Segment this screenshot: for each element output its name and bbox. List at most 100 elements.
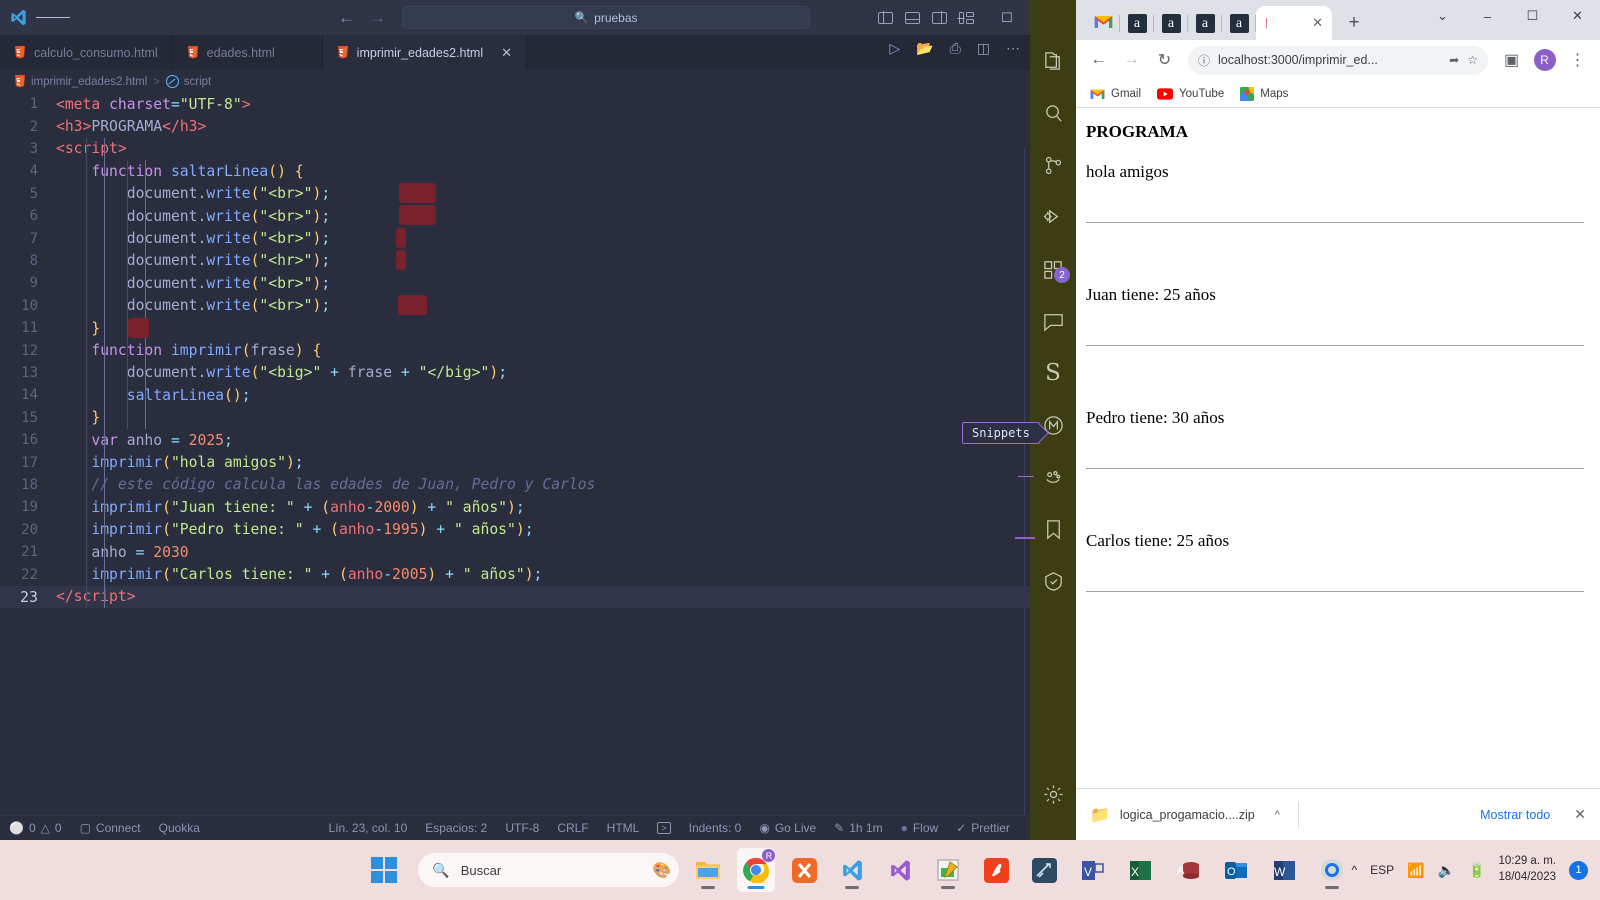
taskbar-app-vscode[interactable] bbox=[833, 848, 871, 892]
code-line-12[interactable]: 12 function imprimir(frase) { bbox=[0, 339, 1076, 361]
activity-bar-chat[interactable] bbox=[1030, 298, 1076, 345]
chrome-maximize-button[interactable]: ☐ bbox=[1510, 0, 1555, 32]
bookmark-star-icon[interactable]: ☆ bbox=[1467, 53, 1478, 67]
share-icon[interactable]: ➦ bbox=[1449, 53, 1459, 67]
status-indents[interactable]: Indents: 0 bbox=[680, 816, 751, 841]
code-line-22[interactable]: 22 imprimir("Carlos tiene: " + (anho-200… bbox=[0, 563, 1076, 585]
status-quokka[interactable]: Quokka bbox=[150, 816, 209, 841]
code-line-20[interactable]: 20 imprimir("Pedro tiene: " + (anho-1995… bbox=[0, 519, 1076, 541]
split-editor-icon[interactable]: ◫ bbox=[977, 40, 990, 57]
taskbar-app-google-chrome[interactable]: R bbox=[737, 848, 776, 892]
forward-arrow-icon[interactable]: → bbox=[369, 8, 386, 28]
activity-bar-bookmarks[interactable] bbox=[1030, 506, 1076, 553]
side-panel-icon[interactable]: ▣ bbox=[1497, 46, 1526, 75]
command-search-input[interactable]: 🔍 pruebas bbox=[402, 6, 810, 29]
status-connect[interactable]: ▢ Connect bbox=[71, 816, 150, 841]
status-go-live[interactable]: ◉ Go Live bbox=[750, 816, 825, 841]
code-line-15[interactable]: 15 } bbox=[0, 407, 1076, 429]
activity-bar-run-and-debug[interactable] bbox=[1030, 194, 1076, 241]
show-all-downloads-button[interactable]: Mostrar todo bbox=[1466, 800, 1564, 830]
chrome-tab-amazon-4[interactable]: a bbox=[1222, 7, 1256, 40]
activity-bar-bugs[interactable] bbox=[1030, 454, 1076, 501]
tab-close-icon[interactable]: ✕ bbox=[1312, 15, 1323, 31]
browser-reload-icon[interactable]: ↻ bbox=[1150, 46, 1179, 75]
code-line-11[interactable]: 11 } bbox=[0, 317, 1076, 339]
bookmark-gmail[interactable]: Gmail bbox=[1090, 88, 1141, 100]
taskbar-app-outlook[interactable]: O bbox=[1217, 848, 1255, 892]
tab-search-chevron-icon[interactable]: ⌄ bbox=[1420, 0, 1465, 32]
activity-bar-snippets[interactable]: S bbox=[1030, 350, 1076, 397]
taskbar-app-word[interactable]: W bbox=[1265, 848, 1303, 892]
code-line-3[interactable]: 3 <script> bbox=[0, 138, 1076, 160]
status-flow[interactable]: ● Flow bbox=[892, 816, 948, 841]
print-icon[interactable]: ⎙ bbox=[950, 40, 961, 57]
editor-tab-2[interactable]: imprimir_edades2.html ✕ bbox=[322, 35, 528, 70]
bookmark-maps[interactable]: Maps bbox=[1240, 86, 1288, 101]
code-line-14[interactable]: 14 saltarLinea(); bbox=[0, 384, 1076, 406]
taskbar-app-excel[interactable]: X bbox=[1121, 848, 1159, 892]
activity-bar-search[interactable] bbox=[1030, 90, 1076, 137]
code-line-19[interactable]: 19 imprimir("Juan tiene: " + (anho-2000)… bbox=[0, 496, 1076, 518]
maximize-button[interactable]: ☐ bbox=[984, 0, 1030, 35]
chrome-menu-icon[interactable]: ⋮ bbox=[1563, 46, 1592, 75]
profile-avatar[interactable]: R bbox=[1530, 46, 1559, 75]
taskbar-app-file-explorer[interactable] bbox=[689, 848, 727, 892]
taskbar-app-settings[interactable] bbox=[1313, 848, 1351, 892]
toggle-panel-icon[interactable] bbox=[904, 11, 921, 24]
taskbar-app-notepad-editor[interactable] bbox=[929, 848, 967, 892]
code-line-1[interactable]: 1 <meta charset="UTF-8"> bbox=[0, 93, 1076, 115]
more-actions-icon[interactable]: ⋯ bbox=[1006, 40, 1020, 57]
chrome-tab-amazon-3[interactable]: a bbox=[1188, 7, 1222, 40]
browser-back-icon[interactable]: ← bbox=[1084, 46, 1113, 75]
code-line-13[interactable]: 13 document.write("<big>" + frase + "</b… bbox=[0, 362, 1076, 384]
bookmark-youtube[interactable]: YouTube bbox=[1157, 88, 1224, 100]
editor-tab-close-icon[interactable]: ✕ bbox=[501, 45, 512, 61]
browser-forward-icon[interactable]: → bbox=[1117, 46, 1146, 75]
wifi-icon[interactable]: 📶 bbox=[1407, 862, 1424, 879]
code-line-17[interactable]: 17 imprimir("hola amigos"); bbox=[0, 451, 1076, 473]
volume-icon[interactable]: 🔈 bbox=[1438, 862, 1455, 879]
code-line-18[interactable]: 18 // este código calcula las edades de … bbox=[0, 474, 1076, 496]
taskbar-search-input[interactable]: 🔍 Buscar 🎨 bbox=[418, 853, 680, 887]
chrome-close-button[interactable]: ✕ bbox=[1555, 0, 1600, 32]
address-bar[interactable]: ⓘ localhost:3000/imprimir_ed... ➦ ☆ bbox=[1188, 45, 1488, 75]
open-in-browser-icon[interactable]: 📂 bbox=[916, 40, 933, 57]
status-indentation[interactable]: Espacios: 2 bbox=[416, 816, 496, 841]
activity-bar-extensions[interactable]: 2 bbox=[1030, 246, 1076, 293]
new-tab-button[interactable]: + bbox=[1340, 9, 1368, 37]
code-editor[interactable]: Snippets 1 <meta charset="UTF-8"> 2 <h3>PRO… bbox=[0, 93, 1076, 828]
code-line-4[interactable]: 4 function saltarLinea() { bbox=[0, 160, 1076, 182]
activity-bar-explorer[interactable] bbox=[1030, 38, 1076, 85]
status-prettier[interactable]: ✓ Prettier bbox=[947, 816, 1019, 841]
code-line-16[interactable]: 16 var anho = 2025; bbox=[0, 429, 1076, 451]
code-line-21[interactable]: 21 anho = 2030 bbox=[0, 541, 1076, 563]
code-line-6[interactable]: 6 document.write("<br>"); bbox=[0, 205, 1076, 227]
activity-bar-source-control[interactable] bbox=[1030, 142, 1076, 189]
editor-tab-0[interactable]: calculo_consumo.html bbox=[0, 35, 173, 70]
chrome-tab-active[interactable]: | ✕ bbox=[1256, 6, 1332, 40]
clock[interactable]: 10:29 a. m. 18/04/2023 bbox=[1498, 854, 1556, 885]
tray-language-label[interactable]: ESP bbox=[1370, 863, 1394, 877]
status-wakatime[interactable]: ✎ 1h 1m bbox=[825, 816, 891, 841]
toggle-primary-sidebar-icon[interactable] bbox=[878, 11, 893, 24]
status-terminal[interactable]: > bbox=[648, 816, 679, 841]
code-line-5[interactable]: 5 document.write("<br>"); bbox=[0, 183, 1076, 205]
taskbar-app-xampp[interactable] bbox=[785, 848, 823, 892]
menu-hamburger-button[interactable] bbox=[36, 14, 70, 21]
status-encoding[interactable]: UTF-8 bbox=[496, 816, 548, 841]
code-line-9[interactable]: 9 document.write("<br>"); bbox=[0, 272, 1076, 294]
chrome-minimize-button[interactable]: – bbox=[1465, 0, 1510, 32]
code-line-8[interactable]: 8 document.write("<hr>"); bbox=[0, 250, 1076, 272]
tray-expand-chevron-icon[interactable]: ^ bbox=[1351, 863, 1357, 877]
run-icon[interactable]: ▷ bbox=[889, 40, 900, 57]
chrome-tab-amazon-1[interactable]: a bbox=[1120, 7, 1154, 40]
activity-bar-settings[interactable] bbox=[1030, 771, 1076, 818]
chrome-tab-gmail[interactable] bbox=[1086, 7, 1120, 40]
status-language-mode[interactable]: HTML bbox=[598, 816, 649, 841]
taskbar-app-visual-studio[interactable] bbox=[881, 848, 919, 892]
status-problems[interactable]: ⚪ 0 △ 0 bbox=[0, 816, 71, 841]
taskbar-app-access[interactable]: A bbox=[1169, 848, 1207, 892]
breadcrumb-file[interactable]: imprimir_edades2.html bbox=[14, 74, 147, 89]
status-cursor-position[interactable]: Lín. 23, col. 10 bbox=[320, 816, 417, 841]
code-line-10[interactable]: 10 document.write("<br>"); bbox=[0, 295, 1076, 317]
